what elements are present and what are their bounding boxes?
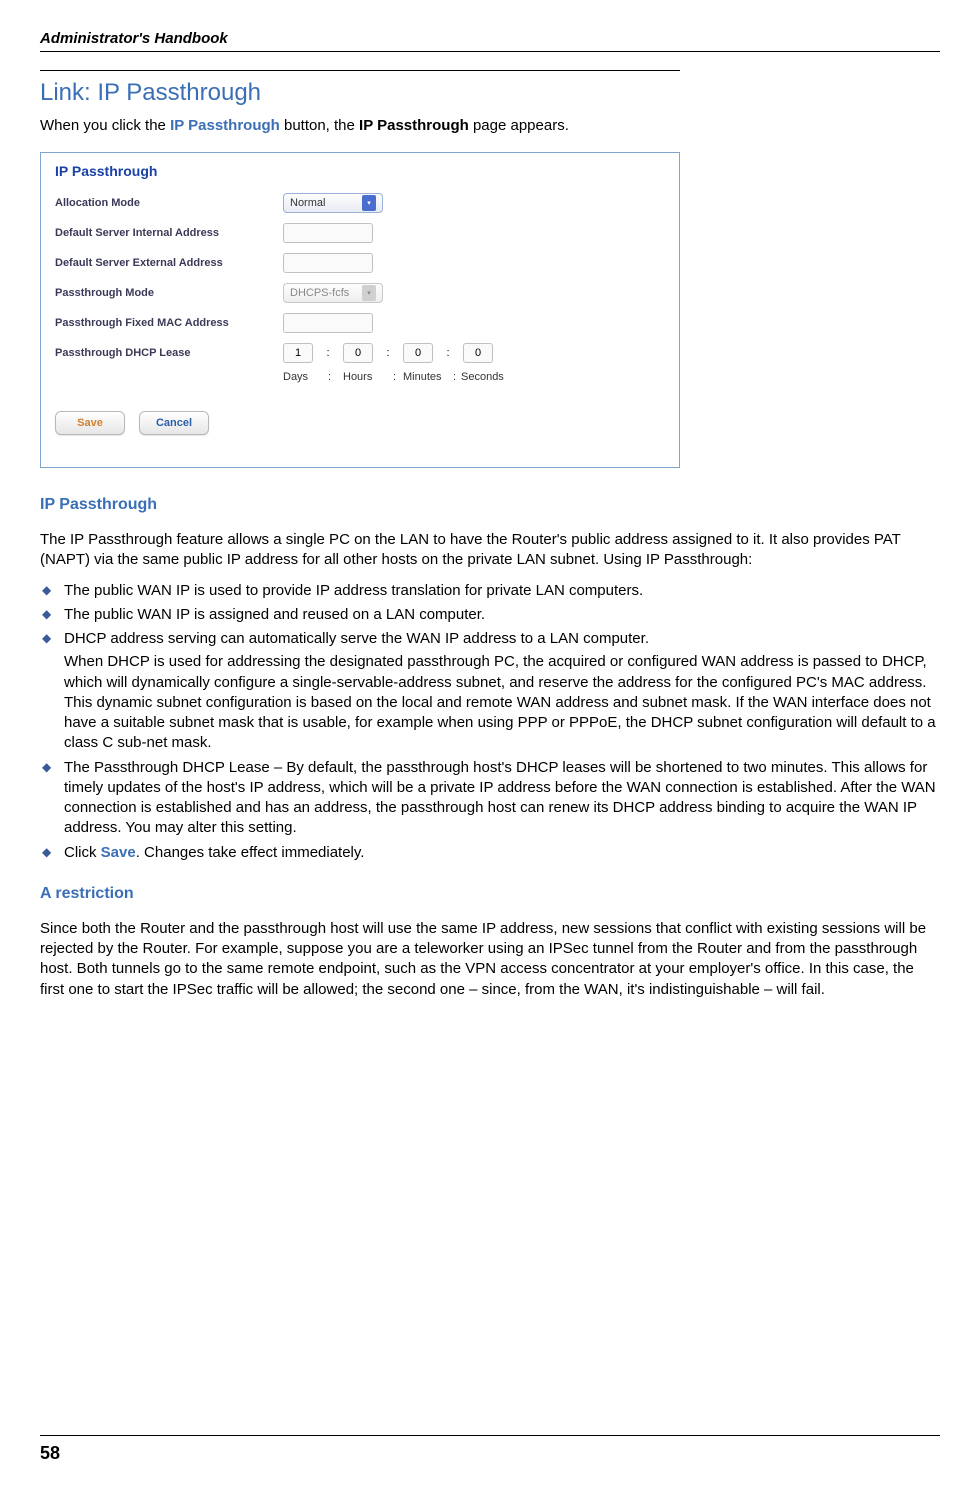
lease-sep-3: : (433, 347, 463, 359)
bullet-4: The Passthrough DHCP Lease – By default,… (40, 758, 940, 839)
label-default-external: Default Server External Address (55, 257, 283, 269)
bullet-3-continuation: When DHCP is used for addressing the des… (64, 652, 940, 753)
row-passthrough-mode: Passthrough Mode DHCPS-fcfs ▾ (55, 281, 665, 305)
row-default-internal: Default Server Internal Address (55, 221, 665, 245)
row-default-external: Default Server External Address (55, 251, 665, 275)
bullet-2: The public WAN IP is assigned and reused… (40, 605, 940, 625)
header-rule (40, 51, 940, 52)
input-lease-days[interactable] (283, 343, 313, 363)
bullet-1: The public WAN IP is used to provide IP … (40, 581, 940, 601)
lease-sep-1: : (313, 347, 343, 359)
bullet-5-suffix: . Changes take effect immediately. (136, 844, 365, 861)
page-number: 58 (40, 1443, 60, 1464)
lease-captions: Days : Hours : Minutes : Seconds (283, 371, 665, 383)
bullet-5-prefix: Click (64, 844, 101, 861)
select-allocation-mode-value: Normal (290, 197, 325, 209)
save-button[interactable]: Save (55, 411, 125, 435)
caption-sep-3: : (453, 371, 461, 383)
label-passthrough-lease: Passthrough DHCP Lease (55, 347, 283, 359)
section-title: Link: IP Passthrough (40, 70, 680, 107)
intro-page-name: IP Passthrough (359, 117, 469, 134)
caption-sep-2: : (393, 371, 403, 383)
bullet-list: The public WAN IP is used to provide IP … (40, 581, 940, 863)
intro-suffix: page appears. (469, 117, 569, 134)
chevron-updown-icon: ▾ (362, 285, 376, 301)
select-passthrough-mode[interactable]: DHCPS-fcfs ▾ (283, 283, 383, 303)
select-passthrough-mode-value: DHCPS-fcfs (290, 287, 349, 299)
select-allocation-mode[interactable]: Normal ▾ (283, 193, 383, 213)
bullet-3-main: DHCP address serving can automatically s… (64, 630, 649, 647)
row-allocation-mode: Allocation Mode Normal ▾ (55, 191, 665, 215)
input-lease-minutes[interactable] (403, 343, 433, 363)
panel-title: IP Passthrough (55, 163, 665, 179)
row-passthrough-mac: Passthrough Fixed MAC Address (55, 311, 665, 335)
caption-sep-1: : (328, 371, 343, 383)
intro-prefix: When you click the (40, 117, 170, 134)
input-lease-hours[interactable] (343, 343, 373, 363)
label-passthrough-mac: Passthrough Fixed MAC Address (55, 317, 283, 329)
book-title: Administrator's Handbook (40, 30, 940, 47)
footer-rule (40, 1435, 940, 1436)
label-default-internal: Default Server Internal Address (55, 227, 283, 239)
input-lease-seconds[interactable] (463, 343, 493, 363)
subheading-ip-passthrough: IP Passthrough (40, 496, 940, 514)
row-passthrough-lease: Passthrough DHCP Lease : : : (55, 341, 665, 365)
caption-seconds: Seconds (461, 371, 504, 383)
bullet-5: Click Save. Changes take effect immediat… (40, 843, 940, 863)
caption-minutes: Minutes (403, 371, 453, 383)
input-default-external[interactable] (283, 253, 373, 273)
label-allocation-mode: Allocation Mode (55, 197, 283, 209)
bullet-3: DHCP address serving can automatically s… (40, 629, 940, 754)
subheading-restriction: A restriction (40, 885, 940, 903)
intro-button-name: IP Passthrough (170, 117, 280, 134)
caption-days: Days (283, 371, 328, 383)
lease-sep-2: : (373, 347, 403, 359)
intro-line: When you click the IP Passthrough button… (40, 117, 940, 134)
intro-mid: button, the (280, 117, 359, 134)
caption-hours: Hours (343, 371, 393, 383)
bullet-5-save-link: Save (101, 844, 136, 861)
input-passthrough-mac[interactable] (283, 313, 373, 333)
config-panel: IP Passthrough Allocation Mode Normal ▾ … (40, 152, 680, 468)
label-passthrough-mode: Passthrough Mode (55, 287, 283, 299)
chevron-updown-icon: ▾ (362, 195, 376, 211)
cancel-button[interactable]: Cancel (139, 411, 209, 435)
input-default-internal[interactable] (283, 223, 373, 243)
paragraph-2: Since both the Router and the passthroug… (40, 919, 940, 1000)
paragraph-1: The IP Passthrough feature allows a sing… (40, 530, 940, 571)
button-row: Save Cancel (55, 411, 665, 435)
